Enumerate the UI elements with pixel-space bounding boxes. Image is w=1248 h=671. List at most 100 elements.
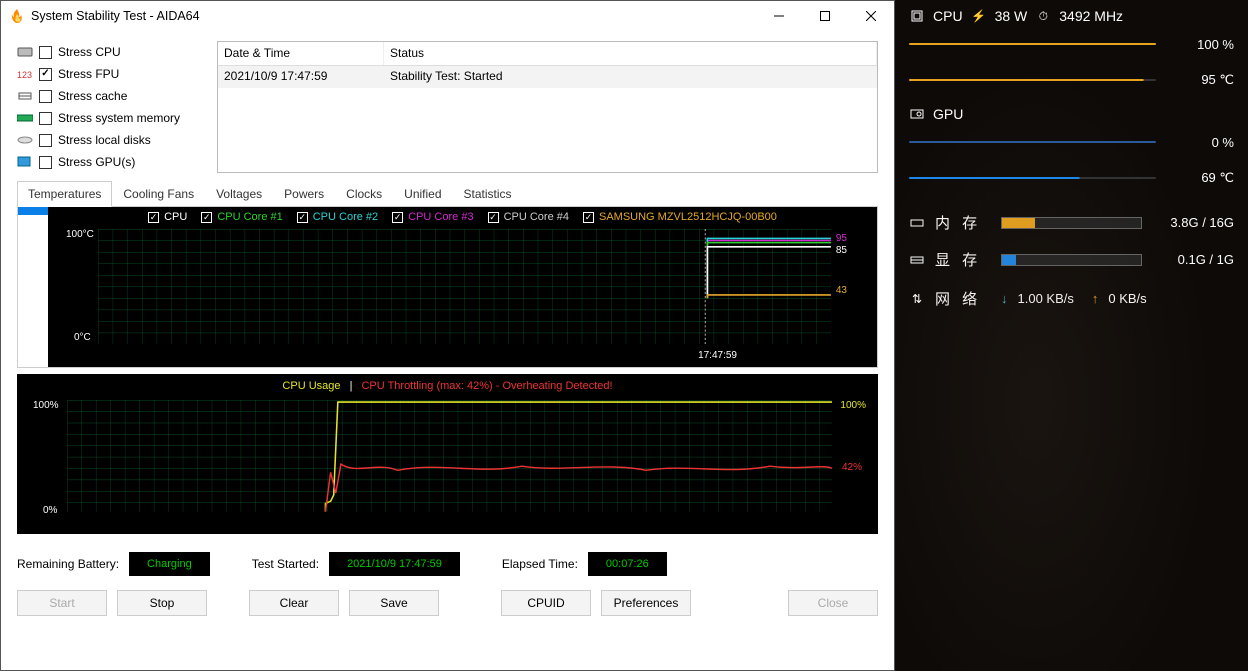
close-button[interactable] <box>848 1 894 31</box>
stress-fpu-label: Stress FPU <box>58 67 119 81</box>
legend-ssd: SAMSUNG MZVL2512HCJQ-00B00 <box>599 211 777 223</box>
overlay-net-row: ⇅ 网 络 ↓1.00 KB/s ↑0 KB/s <box>909 288 1234 309</box>
tab-cooling-fans[interactable]: Cooling Fans <box>112 181 205 207</box>
tab-voltages[interactable]: Voltages <box>205 181 273 207</box>
stress-disks-label: Stress local disks <box>58 133 151 147</box>
temp-mark-85: 85 <box>836 245 847 256</box>
overlay-gpu-load-bar <box>909 141 1156 143</box>
overlay-ram-label: 内 存 <box>935 212 991 233</box>
usage-rmax: 100% <box>840 400 866 411</box>
gpu-chip-icon <box>909 106 925 122</box>
temperature-chart-panel: CPU CPU Core #1 CPU Core #2 CPU Core #3 … <box>17 206 878 368</box>
started-value: 2021/10/9 17:47:59 <box>329 552 460 576</box>
stress-cpu-checkbox[interactable] <box>39 46 52 59</box>
usage-right-label: CPU Throttling (max: 42%) - Overheating … <box>361 380 612 392</box>
gpu-icon <box>17 155 33 169</box>
log-cell-status: Stability Test: Started <box>384 66 877 88</box>
log-table: Date & Time Status 2021/10/9 17:47:59 St… <box>217 41 878 173</box>
legend-core1-checkbox[interactable] <box>201 212 212 223</box>
overlay-gpu-load: 0 % <box>1166 135 1234 150</box>
overlay-gpu-label: GPU <box>933 106 963 122</box>
minimize-button[interactable] <box>756 1 802 31</box>
legend-core1: CPU Core #1 <box>217 211 282 223</box>
temp-chart-canvas <box>98 229 831 344</box>
legend-core4-checkbox[interactable] <box>488 212 499 223</box>
temp-mark-95: 95 <box>836 233 847 244</box>
stress-cpu-label: Stress CPU <box>58 45 121 59</box>
tab-clocks[interactable]: Clocks <box>335 181 393 207</box>
usage-left-label: CPU Usage <box>282 380 340 392</box>
stress-disks-row: Stress local disks <box>17 129 203 151</box>
legend-cpu-checkbox[interactable] <box>148 212 159 223</box>
usage-sep: | <box>350 380 353 392</box>
vram-icon <box>909 252 925 268</box>
log-header: Date & Time Status <box>218 42 877 66</box>
overlay-cpu-temp-bar <box>909 79 1156 81</box>
stress-memory-checkbox[interactable] <box>39 112 52 125</box>
color-strip <box>18 207 48 367</box>
overlay-cpu-load-bar <box>909 43 1156 45</box>
hardware-overlay: CPU ⚡38 W ⏱3492 MHz 100 % 95 ℃ GPU 0 % 6… <box>895 0 1248 671</box>
tab-unified[interactable]: Unified <box>393 181 452 207</box>
legend-core2-checkbox[interactable] <box>297 212 308 223</box>
legend-core3-checkbox[interactable] <box>392 212 403 223</box>
temp-time: 17:47:59 <box>698 350 737 361</box>
close-dialog-button[interactable]: Close <box>788 590 878 616</box>
stress-gpu-checkbox[interactable] <box>39 156 52 169</box>
usage-rmid: 42% <box>842 462 862 473</box>
stress-cache-checkbox[interactable] <box>39 90 52 103</box>
overlay-cpu-watt: 38 W <box>995 8 1028 24</box>
bolt-icon: ⚡ <box>971 8 987 24</box>
overlay-cpu-section: CPU ⚡38 W ⏱3492 MHz 100 % 95 ℃ <box>909 8 1234 98</box>
window-title: System Stability Test - AIDA64 <box>31 9 756 23</box>
button-row: Start Stop Clear Save CPUID Preferences … <box>17 590 878 616</box>
usage-chart: CPU Usage | CPU Throttling (max: 42%) - … <box>17 374 878 534</box>
clock-icon: ⏱ <box>1035 8 1051 24</box>
cache-icon <box>17 89 33 103</box>
tab-temperatures[interactable]: Temperatures <box>17 181 112 207</box>
overlay-cpu-mhz: 3492 MHz <box>1059 8 1123 24</box>
battery-value: Charging <box>129 552 210 576</box>
usage-ymin: 0% <box>43 505 57 516</box>
legend-core3: CPU Core #3 <box>408 211 473 223</box>
save-button[interactable]: Save <box>349 590 439 616</box>
stress-gpu-label: Stress GPU(s) <box>58 155 135 169</box>
overlay-cpu-load: 100 % <box>1166 37 1234 52</box>
cpu-icon <box>17 45 33 59</box>
temp-ymax: 100°C <box>66 229 94 240</box>
start-button[interactable]: Start <box>17 590 107 616</box>
stress-memory-label: Stress system memory <box>58 111 180 125</box>
tab-statistics[interactable]: Statistics <box>453 181 523 207</box>
stress-cache-label: Stress cache <box>58 89 127 103</box>
temperature-chart: CPU CPU Core #1 CPU Core #2 CPU Core #3 … <box>48 207 877 367</box>
preferences-button[interactable]: Preferences <box>601 590 691 616</box>
stress-cpu-row: Stress CPU <box>17 41 203 63</box>
cpuid-button[interactable]: CPUID <box>501 590 591 616</box>
maximize-button[interactable] <box>802 1 848 31</box>
overlay-gpu-temp: 69 ℃ <box>1166 170 1234 186</box>
started-label: Test Started: <box>252 557 319 571</box>
legend-core2: CPU Core #2 <box>313 211 378 223</box>
battery-label: Remaining Battery: <box>17 557 119 571</box>
temp-mark-43: 43 <box>836 285 847 296</box>
overlay-net-label: 网 络 <box>935 288 991 309</box>
overlay-cpu-label: CPU <box>933 8 963 24</box>
stress-cache-row: Stress cache <box>17 85 203 107</box>
elapsed-value: 00:07:26 <box>588 552 667 576</box>
stress-disks-checkbox[interactable] <box>39 134 52 147</box>
svg-text:123: 123 <box>17 70 32 80</box>
network-icon: ⇅ <box>909 291 925 307</box>
stop-button[interactable]: Stop <box>117 590 207 616</box>
stress-fpu-checkbox[interactable] <box>39 68 52 81</box>
tab-powers[interactable]: Powers <box>273 181 335 207</box>
overlay-gpu-section: GPU 0 % 69 ℃ <box>909 106 1234 196</box>
legend-ssd-checkbox[interactable] <box>583 212 594 223</box>
log-row[interactable]: 2021/10/9 17:47:59 Stability Test: Start… <box>218 66 877 88</box>
temp-legend: CPU CPU Core #1 CPU Core #2 CPU Core #3 … <box>48 207 877 223</box>
overlay-vram-bar <box>1001 254 1142 266</box>
clear-button[interactable]: Clear <box>249 590 339 616</box>
stress-gpu-row: Stress GPU(s) <box>17 151 203 173</box>
overlay-net-down: 1.00 KB/s <box>1018 291 1074 306</box>
aida64-window: System Stability Test - AIDA64 Stress CP… <box>0 0 895 671</box>
overlay-vram-value: 0.1G / 1G <box>1152 252 1234 267</box>
